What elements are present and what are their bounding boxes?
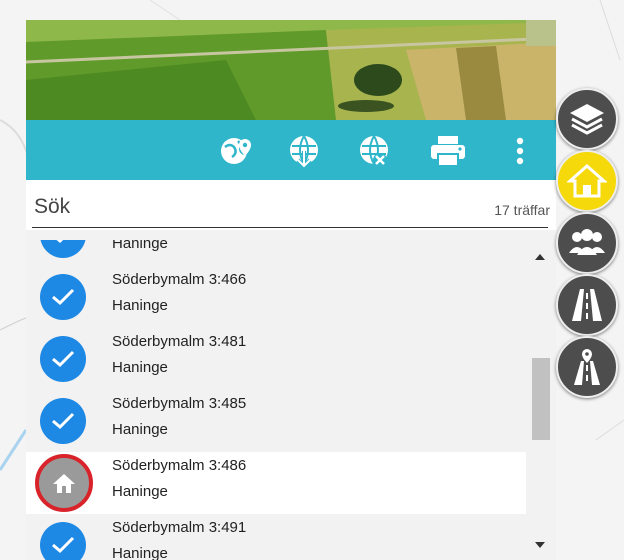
list-item[interactable]: Söderbymalm 3:491 Haninge (26, 514, 526, 560)
globe-download-button[interactable] (284, 132, 324, 170)
home-button[interactable] (556, 150, 618, 212)
home-icon (35, 454, 93, 512)
results-scrollbar[interactable] (528, 240, 552, 560)
road-icon (572, 289, 602, 321)
hit-count: 17 träffar (494, 202, 550, 218)
print-button[interactable] (428, 132, 468, 170)
scroll-up-icon[interactable] (534, 252, 546, 262)
check-icon (40, 336, 86, 382)
search-underline (32, 227, 548, 228)
result-municipality: Haninge (112, 240, 168, 252)
check-icon (40, 274, 86, 320)
result-municipality: Haninge (112, 297, 168, 314)
check-icon (40, 522, 86, 560)
result-name: Söderbymalm 3:466 (112, 271, 247, 288)
list-item-selected[interactable]: Söderbymalm 3:486 Haninge (26, 452, 526, 514)
map-pin-button[interactable] (216, 132, 256, 170)
result-municipality: Haninge (112, 483, 168, 500)
list-item[interactable]: Söderbymalm 3:485 Haninge (26, 390, 526, 452)
more-menu-button[interactable] (500, 132, 540, 170)
results-list[interactable]: Haninge Söderbymalm 3:466 Haninge Söderb… (26, 240, 556, 560)
more-vertical-icon (516, 137, 524, 165)
globe-remove-button[interactable] (354, 132, 394, 170)
scroll-thumb[interactable] (532, 358, 550, 440)
result-name: Söderbymalm 3:485 (112, 395, 247, 412)
check-icon (40, 240, 86, 258)
toolbar (26, 120, 556, 180)
result-municipality: Haninge (112, 421, 168, 438)
layers-icon (570, 104, 604, 135)
people-icon (569, 229, 605, 255)
result-name: Söderbymalm 3:491 (112, 519, 247, 536)
home-icon (567, 163, 607, 198)
map-pin-icon (221, 138, 251, 164)
people-button[interactable] (556, 212, 618, 274)
result-name: Söderbymalm 3:486 (112, 457, 247, 474)
list-item[interactable]: Söderbymalm 3:466 Haninge (26, 266, 526, 328)
search-panel: 17 träffar Haninge Söderbymalm 3:466 Han… (26, 20, 556, 560)
check-icon (40, 398, 86, 444)
search-input[interactable] (34, 192, 434, 222)
globe-download-icon (290, 135, 318, 169)
road-button[interactable] (556, 274, 618, 336)
scroll-down-icon[interactable] (534, 540, 546, 550)
header-photo (26, 20, 556, 120)
globe-remove-icon (360, 135, 388, 167)
print-icon (431, 136, 465, 167)
result-municipality: Haninge (112, 359, 168, 376)
road-marker-icon (574, 349, 600, 385)
search-bar: 17 träffar (26, 180, 556, 230)
list-item[interactable]: Söderbymalm 3:481 Haninge (26, 328, 526, 390)
road-marker-button[interactable] (556, 336, 618, 398)
list-item[interactable]: Haninge (26, 240, 526, 266)
result-name: Söderbymalm 3:481 (112, 333, 247, 350)
layers-button[interactable] (556, 88, 618, 150)
result-municipality: Haninge (112, 545, 168, 560)
